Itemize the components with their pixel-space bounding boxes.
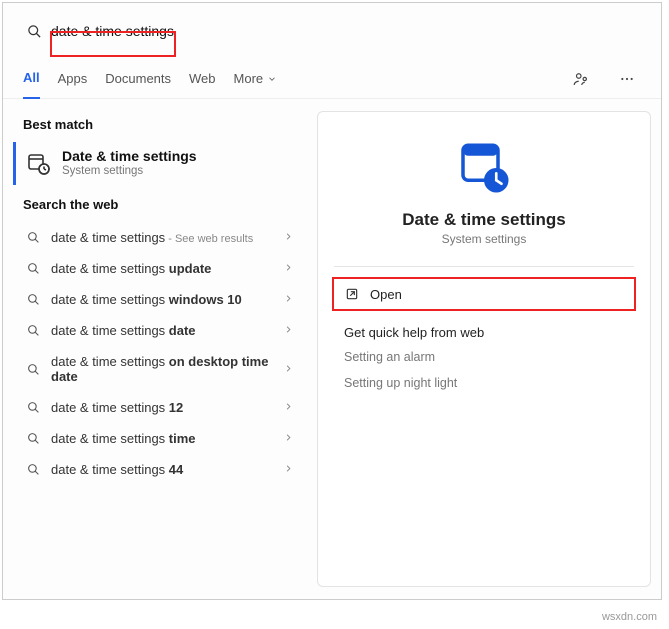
chevron-right-icon (283, 292, 299, 307)
search-icon (25, 324, 41, 337)
web-result-row[interactable]: date & time settings - See web results (13, 222, 307, 253)
tab-more-label: More (234, 60, 264, 98)
web-result-row[interactable]: date & time settings 44 (13, 454, 307, 485)
search-icon (25, 463, 41, 476)
search-icon (25, 401, 41, 414)
web-result-text: date & time settings date (51, 323, 273, 338)
details-sub: System settings (318, 232, 650, 246)
quick-help-heading: Get quick help from web (344, 325, 650, 340)
watermark: wsxdn.com (602, 611, 657, 623)
tab-documents[interactable]: Documents (105, 60, 171, 98)
web-result-row[interactable]: date & time settings on desktop time dat… (13, 346, 307, 392)
calendar-clock-icon (26, 151, 50, 175)
web-result-row[interactable]: date & time settings windows 10 (13, 284, 307, 315)
search-icon (25, 262, 41, 275)
tab-more[interactable]: More (234, 60, 278, 98)
web-result-row[interactable]: date & time settings date (13, 315, 307, 346)
web-result-row[interactable]: date & time settings 12 (13, 392, 307, 423)
search-icon (25, 363, 41, 376)
chevron-right-icon (283, 261, 299, 276)
tab-all[interactable]: All (23, 59, 40, 99)
filter-tabs: All Apps Documents Web More (3, 59, 661, 99)
web-result-text: date & time settings - See web results (51, 230, 273, 245)
search-icon (25, 432, 41, 445)
details-title: Date & time settings (318, 210, 650, 230)
open-label: Open (370, 287, 402, 302)
chevron-right-icon (283, 400, 299, 415)
app-large-icon (318, 140, 650, 196)
more-options-icon[interactable] (613, 65, 641, 93)
web-result-text: date & time settings update (51, 261, 273, 276)
search-web-heading: Search the web (23, 197, 303, 212)
chevron-right-icon (283, 323, 299, 338)
chevron-right-icon (283, 462, 299, 477)
search-icon (25, 231, 41, 244)
quick-link[interactable]: Setting an alarm (344, 350, 650, 364)
open-action[interactable]: Open (332, 277, 636, 311)
best-match-sub: System settings (62, 165, 197, 177)
web-result-text: date & time settings windows 10 (51, 292, 273, 307)
divider (334, 266, 634, 267)
web-result-row[interactable]: date & time settings update (13, 253, 307, 284)
tab-web[interactable]: Web (189, 60, 216, 98)
best-match-title: Date & time settings (62, 148, 197, 164)
results-panel: Best match Date & time settings System s… (3, 99, 313, 599)
chevron-right-icon (283, 230, 299, 245)
details-panel: Date & time settings System settings Ope… (317, 111, 651, 587)
open-icon (344, 286, 360, 302)
web-result-text: date & time settings 12 (51, 400, 273, 415)
chevron-right-icon (283, 362, 299, 377)
best-match-item[interactable]: Date & time settings System settings (13, 142, 307, 185)
search-icon (25, 293, 41, 306)
account-switch-icon[interactable] (567, 65, 595, 93)
tab-apps[interactable]: Apps (58, 60, 88, 98)
web-result-text: date & time settings on desktop time dat… (51, 354, 273, 384)
web-result-text: date & time settings time (51, 431, 273, 446)
search-bar[interactable] (3, 3, 661, 59)
web-result-text: date & time settings 44 (51, 462, 273, 477)
search-input[interactable] (43, 17, 651, 45)
chevron-right-icon (283, 431, 299, 446)
quick-link[interactable]: Setting up night light (344, 376, 650, 390)
search-window: All Apps Documents Web More Best match D… (2, 2, 662, 600)
best-match-heading: Best match (23, 117, 303, 132)
search-icon (25, 24, 43, 39)
web-result-row[interactable]: date & time settings time (13, 423, 307, 454)
